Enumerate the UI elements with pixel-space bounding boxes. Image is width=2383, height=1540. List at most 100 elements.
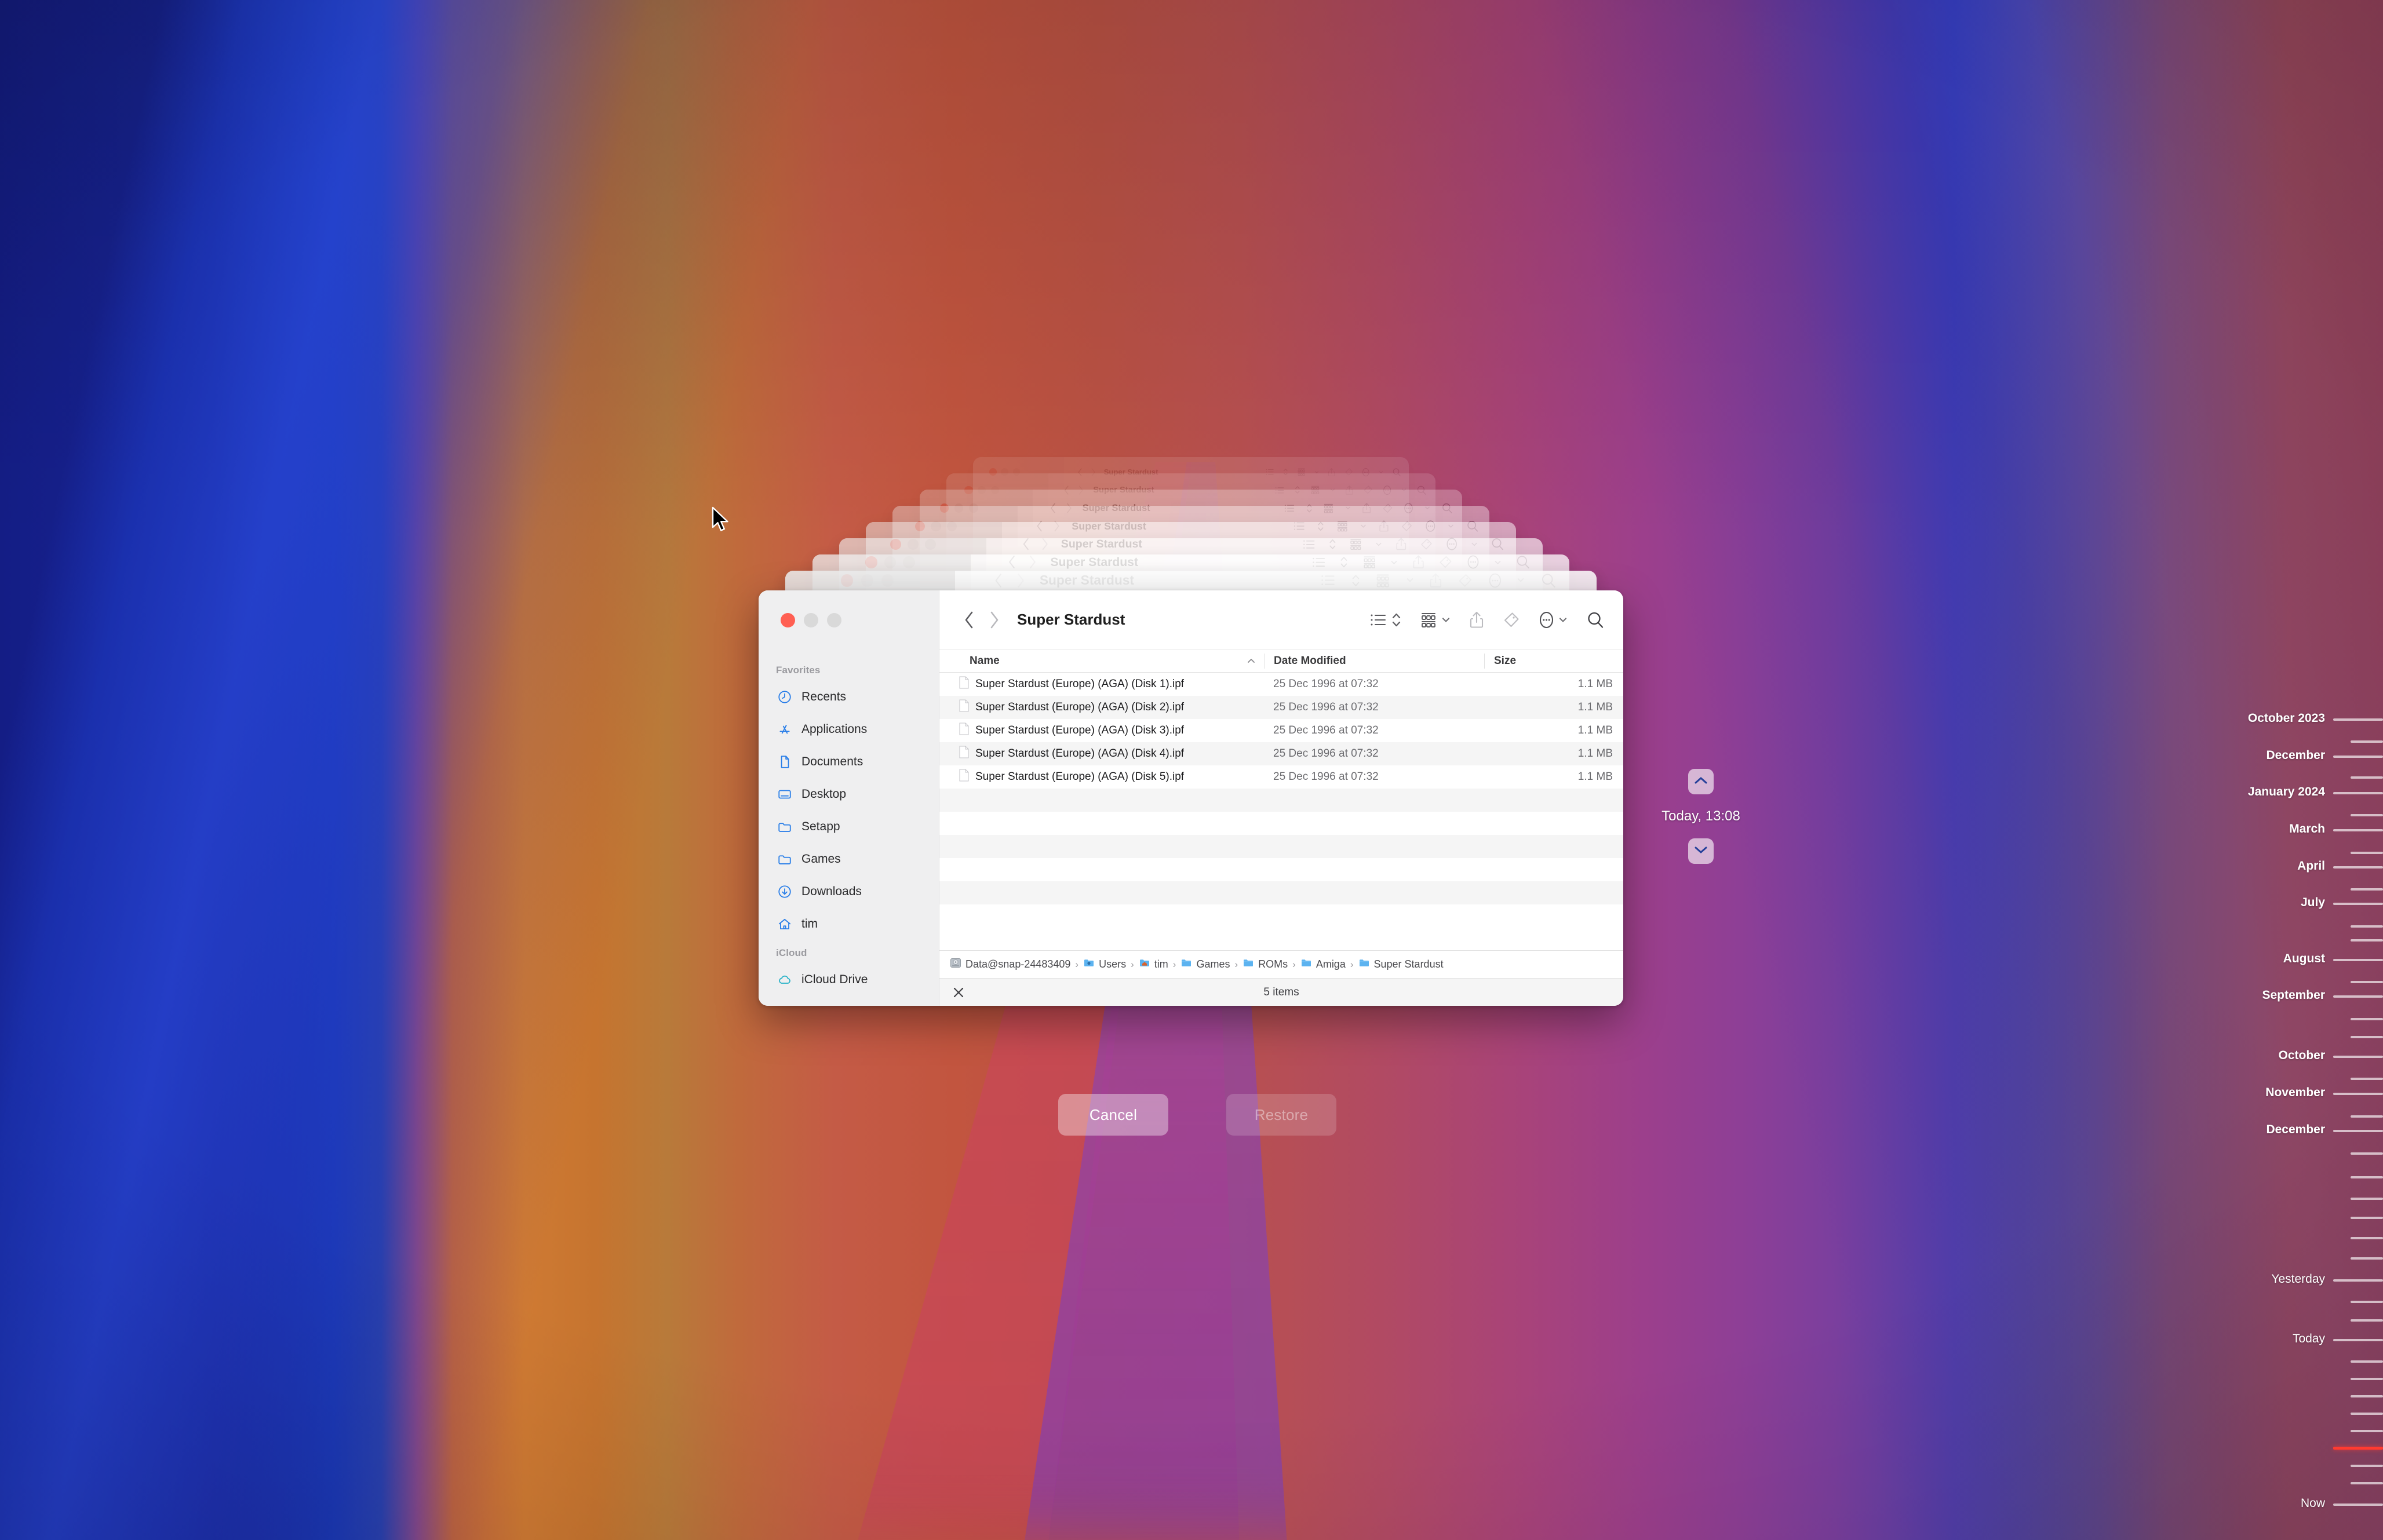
timeline-tick[interactable] bbox=[2351, 1395, 2383, 1397]
maximize-button bbox=[827, 612, 841, 627]
sidebar-item-icloud-drive[interactable]: iCloud Drive bbox=[759, 964, 939, 996]
timeline-tick[interactable] bbox=[2351, 1198, 2383, 1200]
sort-ascending-icon bbox=[1247, 655, 1256, 667]
timeline-tick[interactable] bbox=[2351, 1115, 2383, 1118]
timeline-tick[interactable] bbox=[2351, 1378, 2383, 1380]
cancel-button[interactable]: Cancel bbox=[1058, 1094, 1168, 1136]
table-row[interactable]: Super Stardust (Europe) (AGA) (Disk 4).i… bbox=[939, 742, 1623, 765]
timeline-tick[interactable] bbox=[2333, 718, 2383, 721]
column-header-name[interactable]: Name bbox=[939, 655, 1264, 667]
timeline-tick[interactable] bbox=[2333, 1093, 2383, 1095]
view-as-list-button[interactable] bbox=[1361, 611, 1411, 629]
timeline-tick[interactable] bbox=[2333, 903, 2383, 905]
timeline-tick[interactable] bbox=[2351, 1482, 2383, 1484]
sidebar-item-documents[interactable]: Documents bbox=[759, 746, 939, 778]
timeline-tick[interactable] bbox=[2333, 866, 2383, 868]
timeline-tick[interactable] bbox=[2351, 1152, 2383, 1155]
more-actions-button[interactable] bbox=[1529, 611, 1577, 629]
breadcrumb-item[interactable]: Games bbox=[1180, 957, 1230, 972]
timeline-tick[interactable] bbox=[2351, 852, 2383, 854]
timeline-tick[interactable] bbox=[2333, 756, 2383, 758]
timeline-tick[interactable] bbox=[2351, 1413, 2383, 1415]
file-rows[interactable]: Super Stardust (Europe) (AGA) (Disk 1).i… bbox=[939, 673, 1623, 950]
timeline-tick[interactable] bbox=[2351, 1036, 2383, 1038]
breadcrumb-item[interactable]: Data@snap-24483409 bbox=[950, 957, 1070, 972]
sidebar-item-games[interactable]: Games bbox=[759, 843, 939, 875]
timeline-tick[interactable] bbox=[2351, 981, 2383, 983]
file-name-cell: Super Stardust (Europe) (AGA) (Disk 3).i… bbox=[939, 722, 1264, 739]
timeline-tick[interactable] bbox=[2351, 1078, 2383, 1080]
group-by-button[interactable] bbox=[1411, 611, 1460, 629]
table-row[interactable]: Super Stardust (Europe) (AGA) (Disk 1).i… bbox=[939, 673, 1623, 696]
timeline-tick[interactable] bbox=[2333, 1339, 2383, 1341]
table-row-empty bbox=[939, 835, 1623, 858]
table-row[interactable]: Super Stardust (Europe) (AGA) (Disk 2).i… bbox=[939, 696, 1623, 719]
timeline-tick[interactable] bbox=[2351, 1465, 2383, 1467]
timeline-tick[interactable] bbox=[2333, 995, 2383, 998]
tag-icon bbox=[1503, 611, 1520, 629]
timeline-tick[interactable] bbox=[2351, 939, 2383, 941]
timeline-tick[interactable] bbox=[2351, 1018, 2383, 1020]
timeline-tick[interactable] bbox=[2333, 1130, 2383, 1132]
tag-button[interactable] bbox=[1493, 611, 1529, 629]
finder-sidebar[interactable]: Favorites Recents Applications Documents… bbox=[759, 649, 939, 1006]
table-row-empty bbox=[939, 858, 1623, 881]
item-count-label: 5 items bbox=[1263, 986, 1299, 998]
sidebar-item-recents[interactable]: Recents bbox=[759, 681, 939, 713]
timeline-tick[interactable] bbox=[2333, 1279, 2383, 1282]
timeline-tick[interactable] bbox=[2351, 814, 2383, 816]
timeline-tick[interactable] bbox=[2351, 888, 2383, 891]
sidebar-item-tim[interactable]: tim bbox=[759, 908, 939, 940]
file-icon bbox=[959, 722, 969, 739]
file-icon bbox=[959, 699, 969, 716]
stop-loading-icon[interactable] bbox=[952, 986, 965, 999]
timeline-tick[interactable] bbox=[2333, 829, 2383, 831]
column-header-date[interactable]: Date Modified bbox=[1264, 653, 1484, 669]
breadcrumb-item[interactable]: Super Stardust bbox=[1358, 957, 1444, 972]
sidebar-item-desktop[interactable]: Desktop bbox=[759, 778, 939, 811]
timeline-tick[interactable] bbox=[2333, 1503, 2383, 1506]
timeline-tick[interactable] bbox=[2351, 1430, 2383, 1432]
column-header-size[interactable]: Size bbox=[1484, 653, 1623, 669]
timeline-tick[interactable] bbox=[2333, 959, 2383, 961]
sidebar-item-setapp[interactable]: Setapp bbox=[759, 811, 939, 843]
timeline-tick[interactable] bbox=[2351, 776, 2383, 779]
timeline-tick[interactable] bbox=[2351, 740, 2383, 743]
table-row[interactable]: Super Stardust (Europe) (AGA) (Disk 3).i… bbox=[939, 719, 1623, 742]
timeline-label: Now bbox=[2300, 1497, 2325, 1510]
snapshot-down-button[interactable] bbox=[1688, 838, 1714, 864]
breadcrumb-item[interactable]: ROMs bbox=[1242, 957, 1288, 972]
sidebar-item-downloads[interactable]: Downloads bbox=[759, 875, 939, 908]
breadcrumb-item[interactable]: Amiga bbox=[1300, 957, 1346, 972]
sidebar-item-applications[interactable]: Applications bbox=[759, 713, 939, 746]
timeline-tick[interactable] bbox=[2351, 1176, 2383, 1178]
file-name-label: Super Stardust (Europe) (AGA) (Disk 5).i… bbox=[975, 771, 1185, 783]
finder-window[interactable]: Super Stardust Favorites Recents Applica… bbox=[759, 590, 1623, 1006]
chevron-left-icon[interactable] bbox=[963, 610, 975, 630]
chevron-right-icon[interactable] bbox=[988, 610, 1001, 630]
sidebar-item-pic-dump[interactable]: Pic Dump bbox=[759, 996, 939, 1006]
timeline-tick[interactable] bbox=[2333, 1056, 2383, 1058]
table-row[interactable]: Super Stardust (Europe) (AGA) (Disk 5).i… bbox=[939, 765, 1623, 789]
path-breadcrumb-bar[interactable]: Data@snap-24483409 › Users › tim › Games… bbox=[939, 950, 1623, 978]
share-button[interactable] bbox=[1460, 611, 1493, 629]
timeline-tick[interactable] bbox=[2351, 1217, 2383, 1219]
timeline-current-marker[interactable] bbox=[2333, 1447, 2383, 1450]
timeline-tick[interactable] bbox=[2333, 792, 2383, 794]
timeline-label: October bbox=[2278, 1049, 2325, 1062]
document-icon bbox=[776, 754, 793, 769]
timeline-tick[interactable] bbox=[2351, 1237, 2383, 1239]
search-button[interactable] bbox=[1577, 611, 1608, 629]
breadcrumb-label: Data@snap-24483409 bbox=[965, 958, 1071, 970]
timeline-tick[interactable] bbox=[2351, 925, 2383, 928]
close-button[interactable] bbox=[781, 612, 795, 627]
timeline-tick[interactable] bbox=[2351, 1257, 2383, 1260]
breadcrumb-item[interactable]: tim bbox=[1139, 957, 1168, 972]
file-size-cell: 1.1 MB bbox=[1577, 701, 1613, 713]
snapshot-up-button[interactable] bbox=[1688, 769, 1714, 794]
timeline-tick[interactable] bbox=[2351, 1319, 2383, 1322]
time-machine-timeline[interactable]: October 2023 December January 2024 March Apr… bbox=[2198, 0, 2383, 1540]
timeline-tick[interactable] bbox=[2351, 1360, 2383, 1363]
timeline-tick[interactable] bbox=[2351, 1301, 2383, 1303]
breadcrumb-item[interactable]: Users bbox=[1083, 957, 1126, 972]
